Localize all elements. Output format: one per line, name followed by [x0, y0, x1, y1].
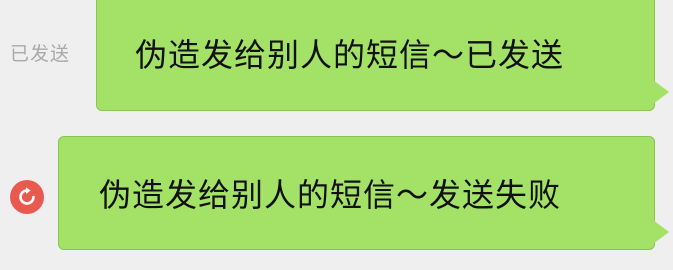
message-bubble[interactable]: 伪造发给别人的短信～发送失败 [58, 136, 655, 250]
bubble-tail [653, 80, 669, 104]
message-row-failed: 伪造发给别人的短信～发送失败 [0, 134, 673, 256]
message-row-sent: 已发送 伪造发给别人的短信～已发送 [0, 0, 673, 116]
message-text: 伪造发给别人的短信～已发送 [135, 35, 565, 74]
message-text: 伪造发给别人的短信～发送失败 [99, 176, 562, 214]
bubble-tail [653, 220, 669, 244]
message-bubble[interactable]: 伪造发给别人的短信～已发送 [96, 0, 655, 111]
message-status-label: 已发送 [10, 43, 71, 65]
chat-view: 已发送 伪造发给别人的短信～已发送 伪造发给别人的短信～发送失败 [0, 0, 673, 270]
refresh-arrow-icon [19, 187, 35, 205]
resend-icon[interactable] [10, 180, 44, 214]
